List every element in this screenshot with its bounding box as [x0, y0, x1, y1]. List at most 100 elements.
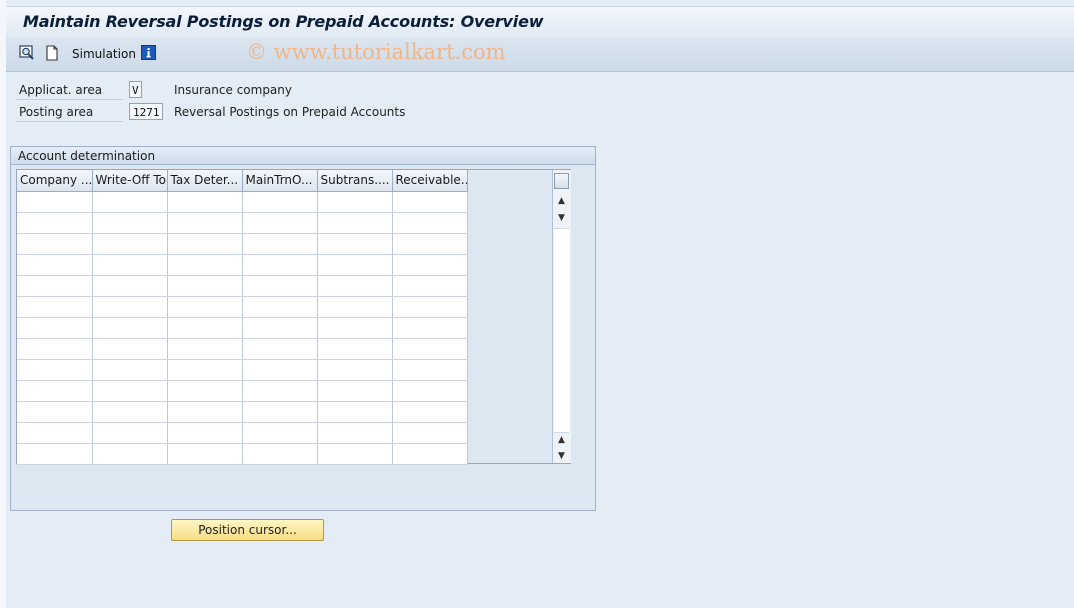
applicat-area-input[interactable]: V — [129, 81, 142, 98]
column-header-receivable[interactable]: Receivable... — [392, 170, 468, 192]
table-cell[interactable] — [167, 317, 243, 339]
new-document-icon[interactable] — [43, 44, 61, 62]
table-cell[interactable] — [17, 254, 93, 276]
table-cell[interactable] — [317, 254, 393, 276]
table-cell[interactable] — [392, 422, 468, 444]
table-cell[interactable] — [392, 191, 468, 213]
table-cell[interactable] — [92, 254, 168, 276]
table-cell[interactable] — [17, 380, 93, 402]
table-cell[interactable] — [92, 296, 168, 318]
table-cell[interactable] — [317, 338, 393, 360]
table-cell[interactable] — [92, 233, 168, 255]
table-cell[interactable] — [92, 359, 168, 381]
table-cell[interactable] — [392, 233, 468, 255]
table-cell[interactable] — [17, 338, 93, 360]
table-cell[interactable] — [167, 401, 243, 423]
table-cell[interactable] — [242, 401, 318, 423]
table-cell[interactable] — [17, 296, 93, 318]
scroll-up-icon[interactable]: ▼ — [553, 211, 570, 225]
table-cell[interactable] — [317, 401, 393, 423]
table-cell[interactable] — [167, 338, 243, 360]
posting-area-input[interactable]: 1271 — [129, 103, 163, 120]
column-header-write-off-to[interactable]: Write-Off To — [92, 170, 168, 192]
scroll-down-icon[interactable]: ▲ — [553, 433, 570, 447]
table-cell[interactable] — [17, 443, 93, 465]
table-cell[interactable] — [92, 338, 168, 360]
table-cell[interactable] — [392, 401, 468, 423]
table-cell[interactable] — [242, 380, 318, 402]
table-cell[interactable] — [242, 338, 318, 360]
position-cursor-button[interactable]: Position cursor... — [171, 519, 324, 541]
table-cell[interactable] — [242, 296, 318, 318]
table-cell[interactable] — [167, 443, 243, 465]
table-cell[interactable] — [242, 422, 318, 444]
table-cell[interactable] — [242, 275, 318, 297]
table-cell[interactable] — [17, 191, 93, 213]
table-cell[interactable] — [92, 275, 168, 297]
table-cell[interactable] — [242, 359, 318, 381]
table-cell[interactable] — [392, 296, 468, 318]
table-cell[interactable] — [92, 212, 168, 234]
watermark: © www.tutorialkart.com — [246, 40, 506, 64]
table-cell[interactable] — [242, 212, 318, 234]
table-cell[interactable] — [17, 212, 93, 234]
table-cell[interactable] — [317, 359, 393, 381]
table-cell[interactable] — [392, 380, 468, 402]
vertical-scrollbar[interactable]: ▲ ▼ ▲ ▼ — [552, 170, 571, 463]
table-cell[interactable] — [17, 422, 93, 444]
table-cell[interactable] — [392, 317, 468, 339]
table-cell[interactable] — [17, 275, 93, 297]
table-cell[interactable] — [92, 422, 168, 444]
column-settings-icon[interactable] — [554, 173, 569, 189]
table-cell[interactable] — [317, 233, 393, 255]
table-cell[interactable] — [392, 212, 468, 234]
display-icon[interactable] — [18, 44, 36, 62]
info-icon[interactable] — [140, 44, 158, 62]
table-cell[interactable] — [317, 317, 393, 339]
table-cell[interactable] — [392, 275, 468, 297]
table-cell[interactable] — [242, 233, 318, 255]
table-cell[interactable] — [242, 317, 318, 339]
column-header-subtransaction[interactable]: Subtrans.... — [317, 170, 393, 192]
table-cell[interactable] — [317, 380, 393, 402]
table-cell[interactable] — [242, 443, 318, 465]
table-cell[interactable] — [92, 191, 168, 213]
column-header-main-transaction[interactable]: MainTrnO... — [242, 170, 318, 192]
table-cell[interactable] — [392, 443, 468, 465]
table-cell[interactable] — [167, 254, 243, 276]
table-cell[interactable] — [17, 317, 93, 339]
table-cell[interactable] — [317, 296, 393, 318]
table-cell[interactable] — [167, 233, 243, 255]
table-cell[interactable] — [317, 191, 393, 213]
table-cell[interactable] — [242, 254, 318, 276]
table-cell[interactable] — [92, 380, 168, 402]
column-header-tax-determination[interactable]: Tax Deter... — [167, 170, 243, 192]
table-row — [17, 380, 468, 402]
table-cell[interactable] — [17, 233, 93, 255]
table-cell[interactable] — [317, 275, 393, 297]
table-cell[interactable] — [167, 191, 243, 213]
table-cell[interactable] — [392, 338, 468, 360]
table-cell[interactable] — [92, 317, 168, 339]
table-cell[interactable] — [17, 359, 93, 381]
table-cell[interactable] — [92, 401, 168, 423]
table-cell[interactable] — [392, 254, 468, 276]
table-cell[interactable] — [317, 422, 393, 444]
table-cell[interactable] — [317, 443, 393, 465]
simulation-button[interactable]: Simulation — [72, 47, 136, 61]
table-cell[interactable] — [167, 275, 243, 297]
scroll-page-up-icon[interactable]: ▲ — [553, 194, 570, 208]
table-cell[interactable] — [17, 401, 93, 423]
table-cell[interactable] — [167, 380, 243, 402]
table-cell[interactable] — [167, 212, 243, 234]
table-cell[interactable] — [167, 422, 243, 444]
table-cell[interactable] — [167, 359, 243, 381]
table-cell[interactable] — [242, 191, 318, 213]
table-cell[interactable] — [92, 443, 168, 465]
table-cell[interactable] — [317, 212, 393, 234]
table-cell[interactable] — [167, 296, 243, 318]
scrollbar-track[interactable] — [554, 228, 569, 433]
scroll-page-down-icon[interactable]: ▼ — [553, 449, 570, 463]
column-header-company[interactable]: Company ... — [17, 170, 93, 192]
table-cell[interactable] — [392, 359, 468, 381]
